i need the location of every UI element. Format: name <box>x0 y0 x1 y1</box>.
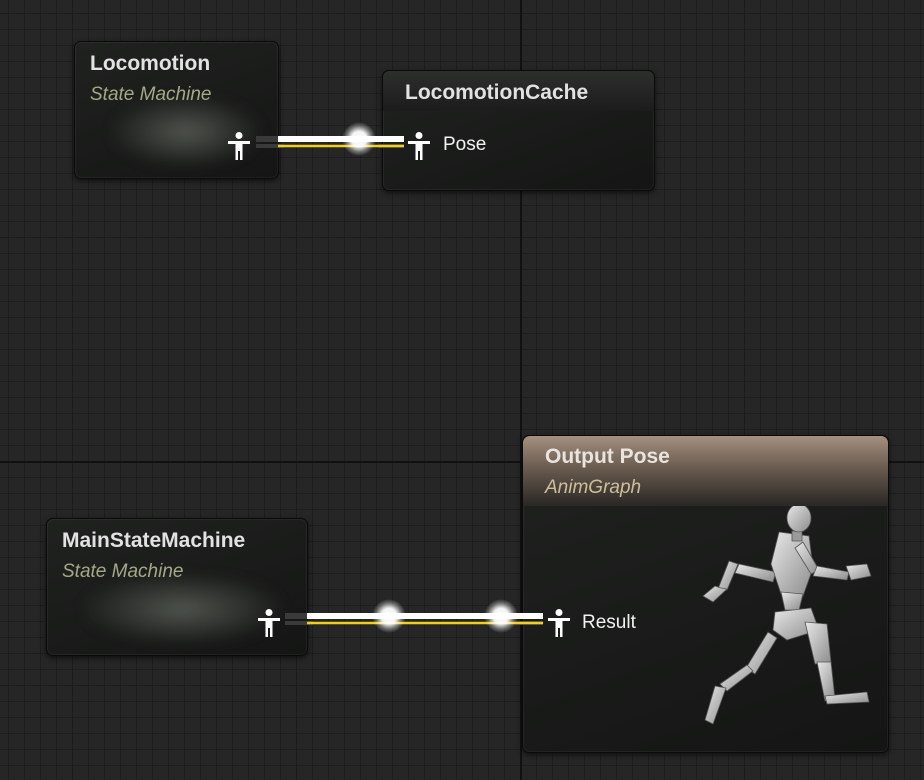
wire-flow-dot <box>342 122 376 156</box>
node-output-pose[interactable]: Output Pose AnimGraph Result <box>522 435 889 753</box>
node-locomotion[interactable]: Locomotion State Machine <box>74 41 279 179</box>
node-subtitle: AnimGraph <box>545 477 642 498</box>
result-input-pin-icon[interactable] <box>547 608 571 638</box>
wire-mainstatemachine-to-output[interactable] <box>285 599 543 633</box>
node-title: Locomotion <box>90 52 211 75</box>
pose-output-pin-icon[interactable] <box>227 131 251 161</box>
pose-input-pin-icon[interactable] <box>407 131 431 161</box>
pose-output-pin-icon[interactable] <box>257 608 281 638</box>
state-machine-preview <box>83 574 283 644</box>
wire-flow-dot <box>484 599 518 633</box>
node-subtitle: State Machine <box>62 561 184 582</box>
node-subtitle: State Machine <box>90 84 212 105</box>
pin-label: Result <box>582 612 636 633</box>
node-title: LocomotionCache <box>405 81 589 104</box>
node-locomotion-cache[interactable]: LocomotionCache Pose <box>382 70 655 191</box>
node-main-state-machine[interactable]: MainStateMachine State Machine <box>46 518 308 656</box>
mannequin-running-icon <box>702 506 872 725</box>
wire-flow-dot <box>372 599 406 633</box>
pin-label: Pose <box>443 134 487 155</box>
node-title: MainStateMachine <box>62 529 246 552</box>
node-title: Output Pose <box>545 445 670 468</box>
